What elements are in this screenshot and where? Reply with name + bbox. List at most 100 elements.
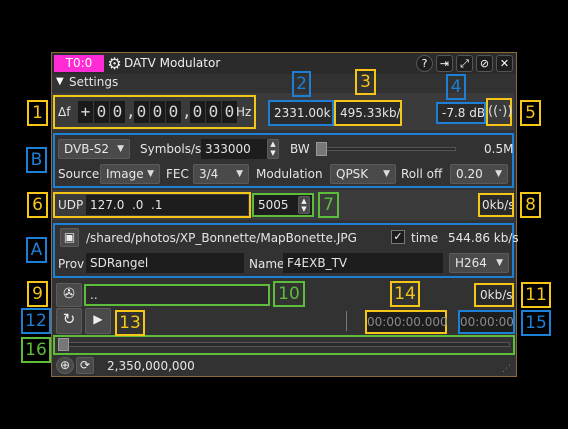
chevron-down-icon: ▼ xyxy=(117,144,124,154)
modulation-select[interactable]: QPSK ▼ xyxy=(330,164,396,184)
annotation-tag-5: 5 xyxy=(520,100,541,126)
modulation-label: Modulation xyxy=(256,167,323,181)
source-select[interactable]: Image ▼ xyxy=(100,164,160,184)
name-input[interactable]: F4EXB_TV xyxy=(283,253,443,273)
modulation-value: QPSK xyxy=(336,167,369,181)
rolloff-value: 0.20 xyxy=(456,167,483,181)
file-path-field: .. xyxy=(84,284,270,306)
fec-label: FEC xyxy=(166,167,189,181)
time-checkbox[interactable]: ✓ xyxy=(391,230,405,244)
source-value: Image xyxy=(106,167,144,181)
antenna-icon[interactable]: ((·)) xyxy=(486,98,512,126)
help-icon[interactable]: ? xyxy=(416,55,433,72)
codec-value: H264 xyxy=(455,256,487,270)
loop-icon[interactable]: ↻ xyxy=(56,308,82,334)
frequency-digit[interactable]: 0 xyxy=(110,101,125,123)
chevron-down-icon: ▼ xyxy=(496,258,503,268)
move-out-icon[interactable]: ⇥ xyxy=(436,55,453,72)
gear-icon[interactable]: ⚙ xyxy=(106,55,123,72)
annotation-tag-14: 14 xyxy=(390,281,420,307)
name-label: Name xyxy=(249,257,285,271)
udp-address-input[interactable]: 127.0 .0 .1 xyxy=(86,195,248,215)
frequency-digit[interactable]: 0 xyxy=(206,101,221,123)
frequency-digit[interactable]: 0 xyxy=(94,101,109,123)
annotation-tag-a: B xyxy=(26,147,47,173)
window-title: DATV Modulator xyxy=(124,56,221,70)
annotation-tag-16: 16 xyxy=(21,337,51,363)
fec-select[interactable]: 3/4 ▼ xyxy=(193,164,249,184)
play-icon[interactable]: ▶ xyxy=(85,308,111,334)
settings-label: Settings xyxy=(69,75,119,89)
annotation-tag-10: 10 xyxy=(273,281,305,307)
chevron-down-icon: ▼ xyxy=(383,169,390,179)
rolloff-label: Roll off xyxy=(401,167,443,181)
chevron-down-icon: ▼ xyxy=(147,169,154,179)
annotation-tag-9: 9 xyxy=(27,281,48,307)
bw-slider[interactable] xyxy=(316,147,456,151)
bandwidth-readout: 2331.00k xyxy=(268,100,334,126)
frequency-digit[interactable]: 0 xyxy=(134,101,149,123)
annotation-tag-12: 12 xyxy=(21,308,51,334)
annotation-tag-13: 13 xyxy=(115,310,145,336)
image-icon[interactable]: ▣ xyxy=(60,228,79,247)
annotation-tag-7: 7 xyxy=(318,192,339,218)
resize-grip-icon[interactable]: ⋰ xyxy=(502,363,514,375)
power-readout: -7.8 dB xyxy=(436,102,486,124)
frequency-unit: Hz xyxy=(236,105,252,119)
image-rate: 544.86 kb/s xyxy=(448,231,519,245)
chevron-down-icon: ▼ xyxy=(236,169,243,179)
bw-label: BW xyxy=(290,142,310,156)
codec-select[interactable]: H264 ▼ xyxy=(449,253,509,273)
film-reel-icon[interactable]: ✇ xyxy=(56,283,82,307)
annotation-tag-4: 4 xyxy=(446,74,466,100)
udp-rate-readout: 0kb/s xyxy=(478,193,514,217)
frequency-digit[interactable]: 0 xyxy=(190,101,205,123)
prov-input[interactable]: SDRangel xyxy=(86,253,244,273)
source-label: Source xyxy=(58,167,100,181)
frequency-digit[interactable]: 0 xyxy=(222,101,237,123)
annotation-tag-15: 15 xyxy=(521,310,551,336)
hide-icon[interactable]: ⊘ xyxy=(476,55,493,72)
go-icon[interactable]: ⟳ xyxy=(76,357,94,374)
image-path: /shared/photos/XP_Bonnette/MapBonette.JP… xyxy=(86,231,357,245)
file-rate-readout: 0kb/s xyxy=(474,283,514,307)
bw-slider-handle[interactable] xyxy=(316,142,327,156)
triangle-down-icon: ▼ xyxy=(56,76,64,87)
playback-divider xyxy=(346,311,347,331)
rolloff-select[interactable]: 0.20 ▼ xyxy=(450,164,508,184)
annotation-tag-1: 1 xyxy=(27,100,48,126)
udp-label: UDP xyxy=(58,198,84,212)
annotation-tag-6: 6 xyxy=(27,192,48,218)
symbols-spinner[interactable]: ▲ ▼ xyxy=(267,139,279,159)
udp-port-spinner[interactable]: ▲ ▼ xyxy=(298,196,310,214)
close-icon[interactable]: ✕ xyxy=(496,55,513,72)
annotation-tag-b: A xyxy=(26,237,47,263)
total-time: 00:00:00 xyxy=(458,310,515,334)
annotation-tag-2: 2 xyxy=(292,71,311,97)
symbols-label: Symbols/s xyxy=(140,142,202,156)
udp-port-value: 5005 xyxy=(258,198,289,212)
annotation-tag-8: 8 xyxy=(520,192,541,218)
frequency-dial[interactable]: +0 0,0 0 0,0 0 0 xyxy=(78,101,237,125)
frequency-digit[interactable]: 0 xyxy=(166,101,181,123)
standard-value: DVB-S2 xyxy=(64,142,110,156)
bottom-frequency: 2,350,000,000 xyxy=(107,359,195,373)
navigation-slider[interactable] xyxy=(58,342,510,347)
annotation-tag-3: 3 xyxy=(355,69,376,95)
maximize-icon[interactable]: ⤢ xyxy=(456,55,473,72)
bitrate-readout: 495.33kb/s xyxy=(334,100,402,126)
standard-select[interactable]: DVB-S2 ▼ xyxy=(58,139,130,159)
delta-f-label: Δf xyxy=(58,105,71,119)
bw-value: 0.5M xyxy=(484,142,514,156)
prov-label: Prov xyxy=(58,257,85,271)
fec-value: 3/4 xyxy=(199,167,219,181)
plus-icon[interactable]: ⊕ xyxy=(56,357,74,374)
annotation-tag-11: 11 xyxy=(521,282,551,308)
symbols-input[interactable]: 333000 xyxy=(201,139,267,159)
navigation-slider-handle[interactable] xyxy=(58,338,69,351)
frequency-sign[interactable]: + xyxy=(78,101,93,123)
frequency-digit[interactable]: 0 xyxy=(150,101,165,123)
chevron-down-icon: ▼ xyxy=(495,169,502,179)
elapsed-time: 00:00:00.000 xyxy=(365,310,448,334)
channel-badge[interactable]: T0:0 xyxy=(54,55,104,72)
